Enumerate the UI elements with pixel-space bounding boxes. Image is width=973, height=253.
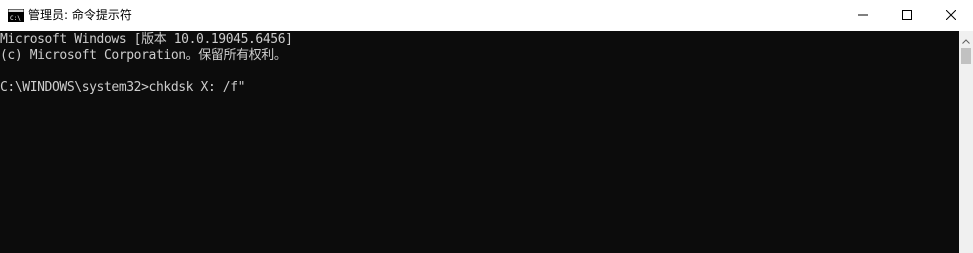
title-bar[interactable]: C:\ 管理员: 命令提示符	[0, 0, 973, 31]
scroll-thumb[interactable]	[961, 48, 971, 64]
console-line-copyright: (c) Microsoft Corporation。保留所有权利。	[0, 48, 287, 63]
chevron-up-icon	[962, 31, 970, 49]
console-output[interactable]: Microsoft Windows [版本 10.0.19045.6456] (…	[0, 31, 959, 253]
console-line-version: Microsoft Windows [版本 10.0.19045.6456]	[0, 32, 293, 47]
console-line-command: C:\WINDOWS\system32>chkdsk X: /f"	[0, 80, 246, 95]
minimize-button[interactable]	[840, 0, 885, 31]
close-icon	[945, 7, 956, 25]
command-prompt-window: C:\ 管理员: 命令提示符 Microsoft Windows [版本 10.…	[0, 0, 973, 253]
maximize-icon	[901, 7, 912, 25]
maximize-button[interactable]	[884, 0, 929, 31]
svg-text:C:\: C:\	[10, 15, 21, 22]
cmd-icon: C:\	[8, 9, 24, 22]
scroll-up-button[interactable]	[959, 31, 973, 48]
close-button[interactable]	[928, 0, 973, 31]
vertical-scrollbar[interactable]	[959, 31, 973, 253]
window-title: 管理员: 命令提示符	[28, 8, 132, 22]
minimize-icon	[857, 7, 868, 25]
